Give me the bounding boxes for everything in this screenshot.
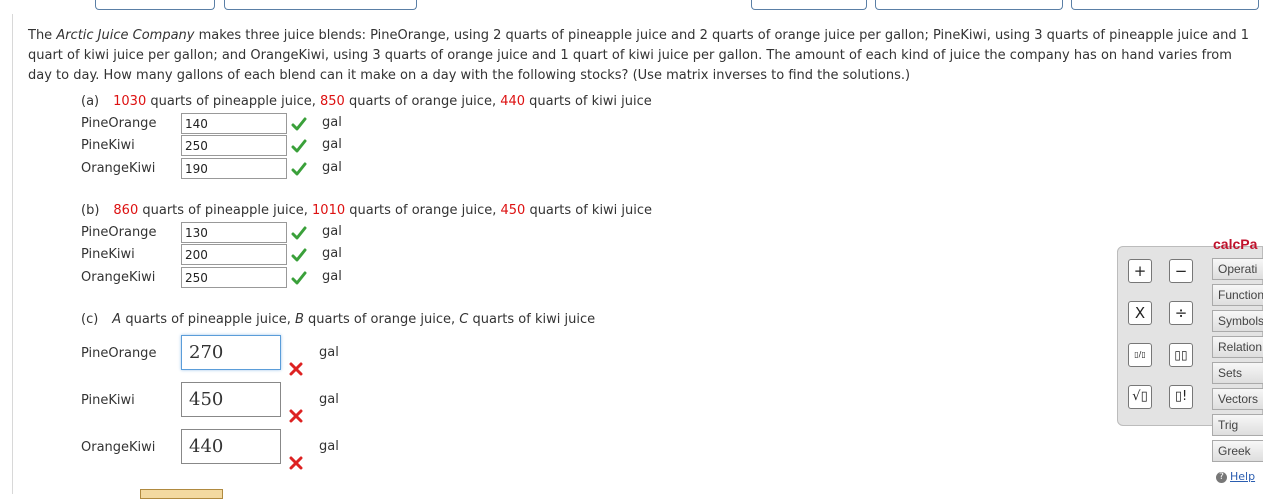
unit-label: gal xyxy=(322,115,342,130)
category-tab-relations[interactable]: Relation xyxy=(1212,336,1263,358)
row-label: PineOrange xyxy=(81,346,157,361)
minus-button[interactable]: − xyxy=(1169,259,1193,283)
correct-check-icon xyxy=(291,226,307,240)
correct-check-icon xyxy=(291,139,307,153)
unit-label: gal xyxy=(319,392,339,407)
category-tab-vectors[interactable]: Vectors xyxy=(1212,388,1263,410)
unit-label: gal xyxy=(319,439,339,454)
top-tab-2[interactable] xyxy=(224,0,417,10)
orangekiwi-input[interactable] xyxy=(181,158,287,179)
kiwi-quarts: 450 xyxy=(500,203,526,218)
orangekiwi-input[interactable] xyxy=(181,429,281,464)
part-c-heading: (c) A quarts of pineapple juice, B quarts… xyxy=(81,312,596,327)
bottom-button[interactable] xyxy=(140,489,223,499)
incorrect-x-icon xyxy=(289,362,303,376)
pineapple-quarts: 860 xyxy=(113,203,139,218)
part-b-heading: (b) 860 quarts of pineapple juice, 1010 q… xyxy=(81,203,653,218)
divide-button[interactable]: ÷ xyxy=(1169,301,1193,325)
category-tab-trig[interactable]: Trig xyxy=(1212,414,1263,436)
pinekiwi-input[interactable] xyxy=(181,135,287,156)
unit-label: gal xyxy=(322,137,342,152)
row-label: PineOrange xyxy=(81,225,157,240)
row-label: OrangeKiwi xyxy=(81,440,156,455)
sqrt-button[interactable]: √▯ xyxy=(1128,385,1152,409)
row-label: PineKiwi xyxy=(81,393,135,408)
pineorange-input[interactable] xyxy=(181,335,281,370)
calcpad-title: calcPa xyxy=(1213,236,1258,252)
pineorange-input[interactable] xyxy=(181,222,287,243)
orange-quarts: 850 xyxy=(320,94,345,109)
kiwi-quarts: 440 xyxy=(500,94,526,109)
row-label: PineKiwi xyxy=(81,138,135,153)
power-button[interactable]: ▯▯ xyxy=(1169,343,1193,367)
category-tab-greek[interactable]: Greek xyxy=(1212,440,1263,462)
correct-check-icon xyxy=(291,162,307,176)
var-c: C xyxy=(459,312,469,327)
part-a-heading: (a) 1030 quarts of pineapple juice, 850 q… xyxy=(81,94,652,109)
pinekiwi-input[interactable] xyxy=(181,382,281,417)
row-label: OrangeKiwi xyxy=(81,270,156,285)
orangekiwi-input[interactable] xyxy=(181,267,287,288)
pinekiwi-input[interactable] xyxy=(181,244,287,265)
correct-check-icon xyxy=(291,271,307,285)
category-tab-symbols[interactable]: Symbols xyxy=(1212,310,1263,332)
fraction-button[interactable]: ▯/▯ xyxy=(1128,343,1152,367)
company-name: Arctic Juice Company xyxy=(56,28,195,43)
row-label: OrangeKiwi xyxy=(81,161,156,176)
top-tab-4[interactable] xyxy=(875,0,1063,10)
top-tab-3[interactable] xyxy=(751,0,867,10)
correct-check-icon xyxy=(291,117,307,131)
help-link[interactable]: ? Help xyxy=(1216,470,1255,483)
pineorange-input[interactable] xyxy=(181,113,287,134)
pineapple-quarts: 1030 xyxy=(113,94,147,109)
top-tab-1[interactable] xyxy=(95,0,215,10)
help-icon: ? xyxy=(1216,471,1227,483)
row-label: PineKiwi xyxy=(81,247,135,262)
unit-label: gal xyxy=(322,224,342,239)
factorial-button[interactable]: ▯! xyxy=(1169,385,1193,409)
category-tab-operations[interactable]: Operati xyxy=(1212,258,1263,280)
orange-quarts: 1010 xyxy=(312,203,346,218)
unit-label: gal xyxy=(322,160,342,175)
incorrect-x-icon xyxy=(289,409,303,423)
category-tab-functions[interactable]: Function xyxy=(1212,284,1263,306)
incorrect-x-icon xyxy=(289,456,303,470)
category-tab-sets[interactable]: Sets xyxy=(1212,362,1263,384)
unit-label: gal xyxy=(319,345,339,360)
unit-label: gal xyxy=(322,246,342,261)
correct-check-icon xyxy=(291,248,307,262)
problem-statement: The Arctic Juice Company makes three jui… xyxy=(28,28,1250,83)
var-a: A xyxy=(112,312,122,327)
unit-label: gal xyxy=(322,269,342,284)
var-b: B xyxy=(295,312,304,327)
times-button[interactable]: X xyxy=(1128,301,1152,325)
row-label: PineOrange xyxy=(81,116,157,131)
content-border xyxy=(12,14,13,494)
top-tab-5[interactable] xyxy=(1071,0,1259,10)
plus-button[interactable]: + xyxy=(1128,259,1152,283)
